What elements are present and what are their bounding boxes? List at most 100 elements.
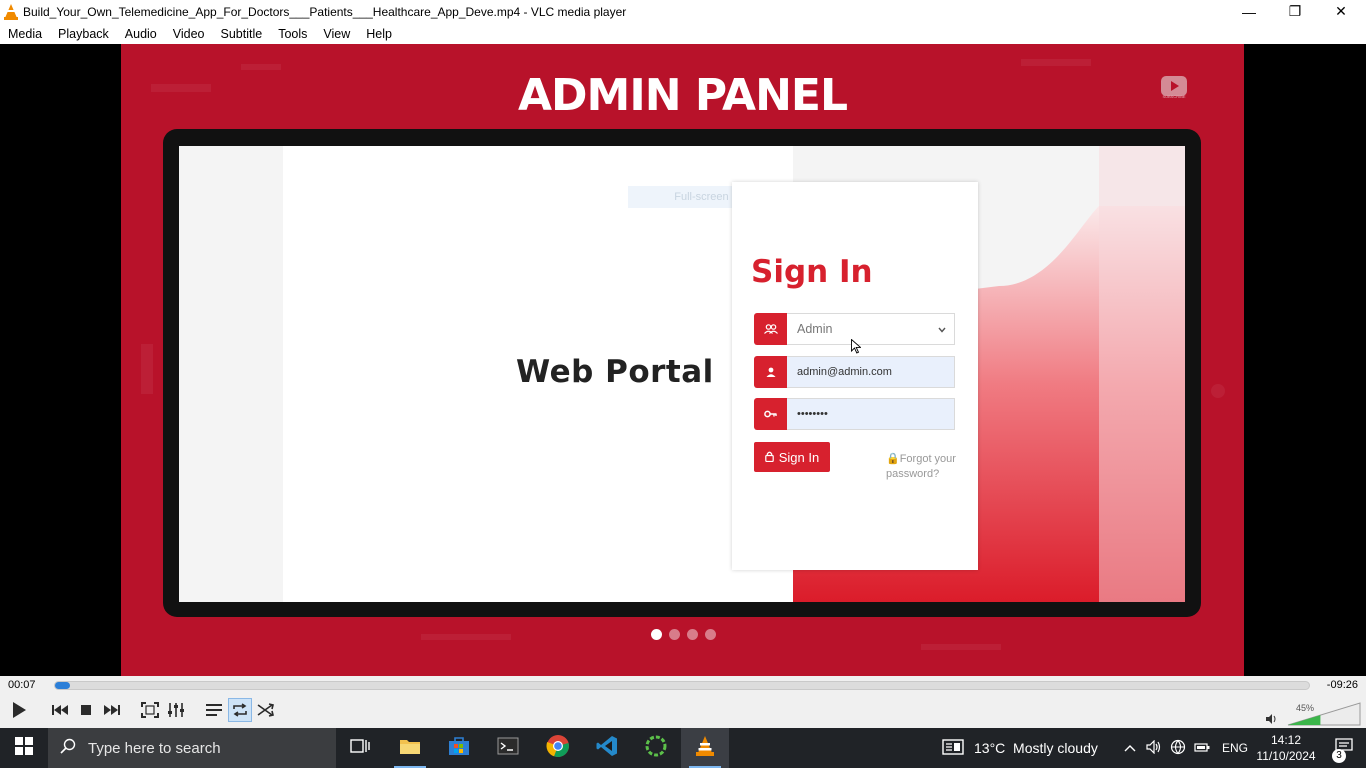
seek-bar-fill xyxy=(55,682,71,689)
signin-card: Sign In Admin admin@admin.com •••••••• S… xyxy=(732,182,978,570)
volume-slider[interactable] xyxy=(1287,702,1361,726)
restore-button[interactable]: ❐ xyxy=(1272,0,1318,23)
taskbar-search-box[interactable]: Type here to search xyxy=(48,728,336,768)
password-value: •••••••• xyxy=(787,398,955,430)
notification-center-button[interactable] xyxy=(1322,728,1366,768)
file-explorer-app[interactable] xyxy=(386,728,434,768)
notification-count-badge: 3 xyxy=(1332,749,1346,763)
admin-panel-heading: ADMIN PANEL xyxy=(517,70,848,121)
vlc-cone-icon xyxy=(4,3,18,20)
weather-widget[interactable]: 13°C Mostly cloudy xyxy=(942,728,1098,768)
playlist-button[interactable] xyxy=(202,698,226,722)
signin-title: Sign In xyxy=(751,254,873,290)
minimize-button[interactable]: — xyxy=(1226,0,1272,23)
start-button[interactable] xyxy=(0,728,48,768)
speaker-icon[interactable] xyxy=(1146,739,1162,757)
shuffle-icon xyxy=(257,703,275,717)
time-elapsed: 00:07 xyxy=(8,679,36,691)
menu-view[interactable]: View xyxy=(315,27,358,41)
menu-bar: Media Playback Audio Video Subtitle Tool… xyxy=(0,23,1366,44)
search-placeholder: Type here to search xyxy=(88,739,221,757)
restore-icon: ❐ xyxy=(1288,3,1302,19)
weather-text: 13°C Mostly cloudy xyxy=(974,740,1098,756)
clock-time: 14:12 xyxy=(1270,733,1302,747)
signin-button[interactable]: Sign In xyxy=(754,442,830,472)
green-circle-app-icon xyxy=(644,734,668,763)
title-bar: Build_Your_Own_Telemedicine_App_For_Doct… xyxy=(0,0,1366,23)
lock-icon xyxy=(764,450,774,465)
play-button[interactable] xyxy=(6,697,32,723)
chrome-app[interactable] xyxy=(534,728,582,768)
vscode-icon xyxy=(596,735,618,762)
clock[interactable]: 14:12 11/10/2024 xyxy=(1250,732,1322,764)
next-icon xyxy=(103,704,121,716)
stop-icon xyxy=(80,704,92,716)
task-view-button[interactable] xyxy=(336,728,384,768)
next-button[interactable] xyxy=(100,698,124,722)
youtube-subscribe-icon xyxy=(1161,76,1187,96)
task-view-icon xyxy=(350,738,370,759)
close-icon: ✕ xyxy=(1335,3,1347,19)
weather-news-icon xyxy=(942,738,964,758)
menu-help[interactable]: Help xyxy=(358,27,400,41)
fullscreen-icon xyxy=(141,702,159,718)
playback-controls: 00:07 -09:26 45% xyxy=(0,676,1366,728)
slide-indicators xyxy=(651,629,716,640)
lock-small-icon: 🔒 xyxy=(886,453,900,465)
password-field[interactable]: •••••••• xyxy=(754,398,955,430)
forgot-password-link[interactable]: 🔒Forgot your password? xyxy=(886,452,956,482)
vlc-cone-icon xyxy=(695,735,715,762)
vscode-app[interactable] xyxy=(583,728,631,768)
loop-button[interactable] xyxy=(228,698,252,722)
store-bag-icon xyxy=(448,736,470,761)
stop-button[interactable] xyxy=(74,698,98,722)
slide-dot xyxy=(651,629,662,640)
web-portal-label: Web Portal xyxy=(516,354,714,390)
video-frame: ADMIN PANEL SUBSCRIBE Web Portal Full-sc… xyxy=(121,44,1244,676)
video-area[interactable]: ADMIN PANEL SUBSCRIBE Web Portal Full-sc… xyxy=(0,44,1366,676)
key-icon xyxy=(754,398,787,430)
windows-taskbar: Type here to search 13°C Mostly cloudy E… xyxy=(0,728,1366,768)
menu-video[interactable]: Video xyxy=(165,27,213,41)
users-icon xyxy=(754,313,787,345)
loop-icon xyxy=(231,703,249,717)
menu-media[interactable]: Media xyxy=(0,27,50,41)
fullscreen-button[interactable] xyxy=(138,698,162,722)
slide-dot xyxy=(687,629,698,640)
language-indicator[interactable]: ENG xyxy=(1222,741,1248,755)
slide-dot xyxy=(705,629,716,640)
search-icon xyxy=(60,738,76,759)
folder-icon xyxy=(399,737,421,760)
previous-button[interactable] xyxy=(48,698,72,722)
window-title: Build_Your_Own_Telemedicine_App_For_Doct… xyxy=(23,4,627,19)
mouse-cursor-icon xyxy=(851,339,861,354)
terminal-icon xyxy=(497,737,519,760)
playlist-icon xyxy=(205,703,223,717)
network-globe-icon[interactable] xyxy=(1170,739,1186,758)
email-field[interactable]: admin@admin.com xyxy=(754,356,955,388)
menu-subtitle[interactable]: Subtitle xyxy=(213,27,271,41)
clock-date: 11/10/2024 xyxy=(1256,749,1316,763)
shuffle-button[interactable] xyxy=(254,698,278,722)
terminal-app[interactable] xyxy=(484,728,532,768)
seek-bar[interactable] xyxy=(54,681,1310,690)
menu-audio[interactable]: Audio xyxy=(117,27,165,41)
vlc-app[interactable] xyxy=(681,728,729,768)
minimize-icon: — xyxy=(1242,3,1256,20)
circular-app[interactable] xyxy=(632,728,680,768)
menu-playback[interactable]: Playback xyxy=(50,27,117,41)
signin-button-label: Sign In xyxy=(778,449,820,465)
menu-tools[interactable]: Tools xyxy=(270,27,315,41)
microsoft-store-app[interactable] xyxy=(435,728,483,768)
extended-settings-button[interactable] xyxy=(164,698,188,722)
user-icon xyxy=(754,356,787,388)
chrome-icon xyxy=(546,734,570,763)
chevron-down-icon xyxy=(938,322,946,336)
chevron-up-icon[interactable] xyxy=(1124,741,1136,755)
battery-icon[interactable] xyxy=(1194,741,1210,756)
email-value: admin@admin.com xyxy=(787,356,955,388)
time-remaining: -09:26 xyxy=(1326,679,1358,691)
role-value: Admin xyxy=(797,322,833,336)
system-tray: ENG xyxy=(1118,728,1248,768)
close-button[interactable]: ✕ xyxy=(1318,0,1364,23)
